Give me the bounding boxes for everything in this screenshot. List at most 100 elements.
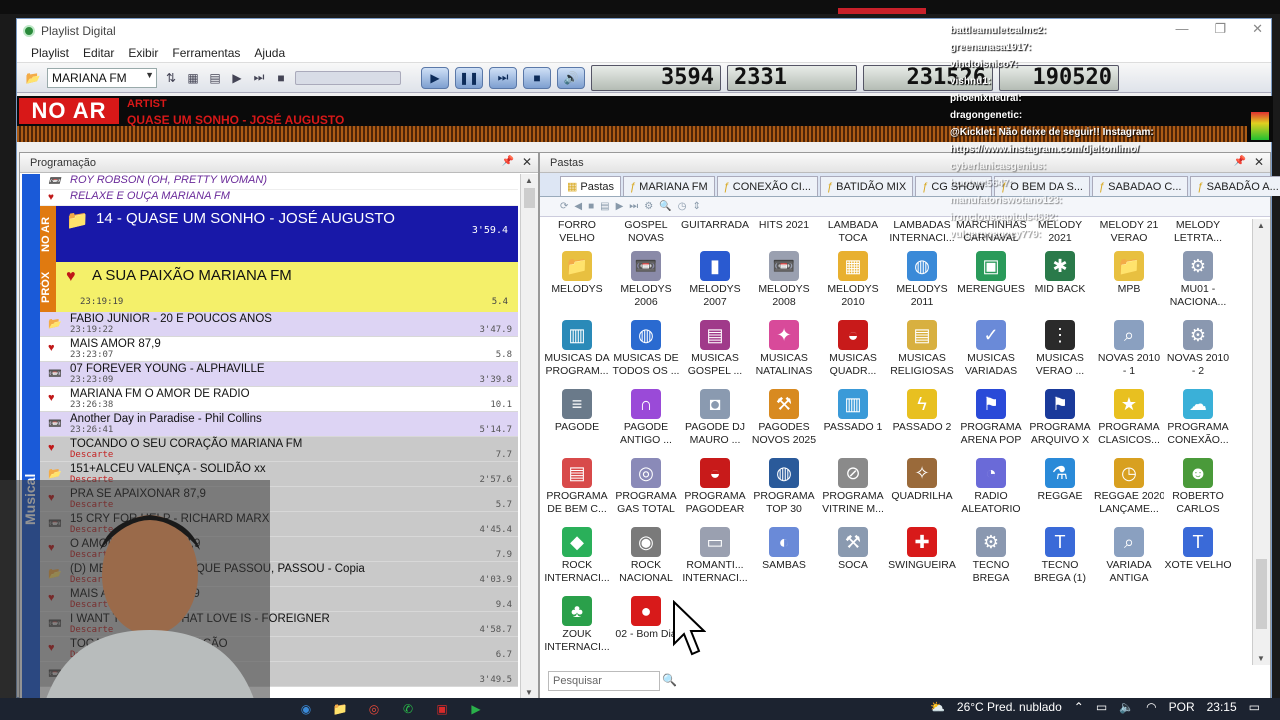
folder-item[interactable]: 📼 MELODYS 2008	[749, 249, 819, 317]
folder-item[interactable]: ◷ REGGAE 2020 LANÇAME...	[1094, 456, 1164, 524]
folder-item[interactable]: ◔ RADIO ALEATORIO	[956, 456, 1026, 524]
folder-item[interactable]: 📁 MELODYS	[542, 249, 612, 317]
scroll-up-icon[interactable]: ▲	[525, 176, 533, 185]
preview-next-icon[interactable]: ⏭	[251, 70, 267, 86]
close-icon[interactable]: ✕	[522, 155, 532, 169]
volume-icon[interactable]: 🔈	[1119, 700, 1134, 714]
folder-item[interactable]: ◒ MUSICAS QUADR...	[818, 318, 888, 386]
folder-item[interactable]: ⋮ MUSICAS VERAO ...	[1025, 318, 1095, 386]
scroll-up-icon[interactable]: ▲	[1257, 221, 1265, 230]
weather-text[interactable]: 26°C Pred. nublado	[957, 700, 1062, 714]
folder-item[interactable]: ✓ MUSICAS VARIADAS	[956, 318, 1026, 386]
folder-item[interactable]: ▮ MELODYS 2007	[680, 249, 750, 317]
playlist-row[interactable]: 📼 07 FOREVER YOUNG - ALPHAVILLE 23:23:09 3'…	[40, 362, 518, 387]
folder-item[interactable]: ◘ PAGODE DJ MAURO ...	[680, 387, 750, 455]
folder-item[interactable]: ∩ PAGODE ANTIGO ...	[611, 387, 681, 455]
folder-item[interactable]: ★ PROGRAMA CLASICOS...	[1094, 387, 1164, 455]
next-track[interactable]: PRÓX ♥ A SUA PAIXÃO MARIANA FM 23:19:19 …	[40, 262, 518, 312]
folder-item[interactable]: ⚒ SOCA	[818, 525, 888, 593]
folder-item[interactable]: ✚ SWINGUEIRA	[887, 525, 957, 593]
folder-item[interactable]: T TECNO BREGA (1)	[1025, 525, 1095, 593]
grid-view-icon[interactable]: ▦	[185, 70, 201, 86]
folder-label[interactable]: FORRO VELHO	[542, 219, 612, 245]
menu-ferramentas[interactable]: Ferramentas	[172, 46, 240, 60]
clock[interactable]: 23:15	[1207, 700, 1237, 714]
pause-button[interactable]: ❚❚	[455, 66, 483, 89]
language-indicator[interactable]: POR	[1169, 700, 1195, 714]
screen-recorder-icon[interactable]: ▣	[431, 700, 453, 718]
program-scrollbar[interactable]: ▲ ▼	[520, 174, 538, 699]
folder-item[interactable]: ⚙ TECNO BREGA	[956, 525, 1026, 593]
stop-icon[interactable]: ■	[588, 201, 594, 212]
wifi-icon[interactable]: ◠	[1146, 700, 1156, 714]
folder-item[interactable]: ✱ MID BACK	[1025, 249, 1095, 317]
clock-icon[interactable]: ◷	[678, 201, 687, 212]
menu-ajuda[interactable]: Ajuda	[254, 46, 285, 60]
stop-button[interactable]: ■	[523, 66, 551, 89]
sort-icon[interactable]: ⇅	[163, 70, 179, 86]
preview-stop-icon[interactable]: ■	[273, 70, 289, 86]
folder-item[interactable]: ⚑ PROGRAMA ARQUIVO X	[1025, 387, 1095, 455]
folder-item[interactable]: ◍ MUSICAS DE TODOS OS ...	[611, 318, 681, 386]
tab-2[interactable]: ƒ CONEXÃO CI...	[716, 176, 818, 196]
folder-item[interactable]: ◉ ROCK NACIONAL	[611, 525, 681, 593]
folder-item[interactable]: ⌕ VARIADA ANTIGA	[1094, 525, 1164, 593]
scroll-down-icon[interactable]: ▼	[1257, 654, 1265, 663]
folder-label[interactable]: LAMBADAS INTERNACI...	[887, 219, 957, 245]
folder-label[interactable]: GUITARRADA	[680, 219, 750, 232]
folder-item[interactable]: 📁 MPB	[1094, 249, 1164, 317]
folder-item[interactable]: ▦ MELODYS 2010	[818, 249, 888, 317]
folder-item[interactable]: ▤ MUSICAS RELIGIOSAS	[887, 318, 957, 386]
current-track[interactable]: NO AR 📁 14 - QUASE UM SONHO - JOSÉ AUGUS…	[40, 206, 518, 262]
menu-playlist[interactable]: Playlist	[31, 46, 69, 60]
folder-label[interactable]: HITS 2021	[749, 219, 819, 232]
folder-item[interactable]: ▣ MERENGUES	[956, 249, 1026, 317]
chrome-icon[interactable]: ◎	[363, 700, 385, 718]
folder-item[interactable]: ▥ PASSADO 1	[818, 387, 888, 455]
list-view-icon[interactable]: ▤	[207, 70, 223, 86]
settings-icon[interactable]: ⚙	[644, 201, 653, 212]
next-icon[interactable]: ⏭	[629, 201, 638, 212]
back-icon[interactable]: ◀	[574, 201, 582, 212]
preview-play-icon[interactable]: ▶	[229, 70, 245, 86]
folder-item[interactable]: ♣ ZOUK INTERNACI...	[542, 594, 612, 662]
folder-item[interactable]: ● 02 - Bom Dia	[611, 594, 681, 662]
network-icon[interactable]: ▭	[1096, 700, 1107, 714]
folder-item[interactable]: ⚗ REGGAE	[1025, 456, 1095, 524]
scroll-down-icon[interactable]: ▼	[525, 688, 533, 697]
list-item[interactable]: 📼 ROY ROBSON (OH, PRETTY WOMAN)	[40, 174, 518, 190]
tab-7[interactable]: ƒ SABADÃO A...	[1190, 176, 1280, 196]
folder-item[interactable]: ✦ MUSICAS NATALINAS	[749, 318, 819, 386]
folder-item[interactable]: ✧ QUADRILHA	[887, 456, 957, 524]
maximize-button[interactable]: ❐	[1214, 21, 1226, 37]
playlist-row[interactable]: 📂 FABIO JUNIOR - 20 E POUCOS ANOS 23:19:22…	[40, 312, 518, 337]
folder-item[interactable]: T XOTE VELHO	[1163, 525, 1233, 593]
folder-item[interactable]: ⚑ PROGRAMA ARENA POP	[956, 387, 1026, 455]
folder-item[interactable]: ≡ PAGODE	[542, 387, 612, 455]
scroll-thumb[interactable]	[524, 188, 535, 208]
search-input[interactable]: Pesquisar	[548, 671, 660, 691]
refresh-icon[interactable]: ⟳	[560, 201, 568, 212]
close-button[interactable]: ✕	[1252, 21, 1263, 37]
folder-item[interactable]: 📼 MELODYS 2006	[611, 249, 681, 317]
play-icon[interactable]: ▶	[616, 201, 624, 212]
edge-icon[interactable]: ◉	[295, 700, 317, 718]
folder-item[interactable]: ⚙ NOVAS 2010- 2	[1163, 318, 1233, 386]
notification-icon[interactable]: ▭	[1249, 700, 1260, 714]
close-icon[interactable]: ✕	[1254, 155, 1264, 169]
folder-item[interactable]: ⊘ PROGRAMA VITRINE M...	[818, 456, 888, 524]
folder-item[interactable]: ▤ MUSICAS GOSPEL ...	[680, 318, 750, 386]
folders-scrollbar[interactable]: ▲ ▼	[1252, 219, 1270, 665]
search-icon[interactable]: 🔍	[662, 673, 677, 687]
playlist-row[interactable]: ♥ MAIS AMOR 87,9 23:23:07 5.8	[40, 337, 518, 362]
folder-item[interactable]: ⌕ NOVAS 2010- 1	[1094, 318, 1164, 386]
playlist-row[interactable]: ♥ MARIANA FM O AMOR DE RADIO 23:26:38 10.1	[40, 387, 518, 412]
folder-item[interactable]: ▭ ROMANTI... INTERNACI...	[680, 525, 750, 593]
folder-item[interactable]: ▥ MUSICAS DA PROGRAM...	[542, 318, 612, 386]
folder-item[interactable]: ◍ MELODYS 2011	[887, 249, 957, 317]
folder-item[interactable]: ◎ PROGRAMA GAS TOTAL	[611, 456, 681, 524]
menu-editar[interactable]: Editar	[83, 46, 114, 60]
list-item[interactable]: ♥ RELAXE E OUÇA MARIANA FM	[40, 190, 518, 206]
tab-3[interactable]: ƒ BATIDÃO MIX	[820, 176, 914, 196]
folder-item[interactable]: ◒ PROGRAMA PAGODEAR	[680, 456, 750, 524]
